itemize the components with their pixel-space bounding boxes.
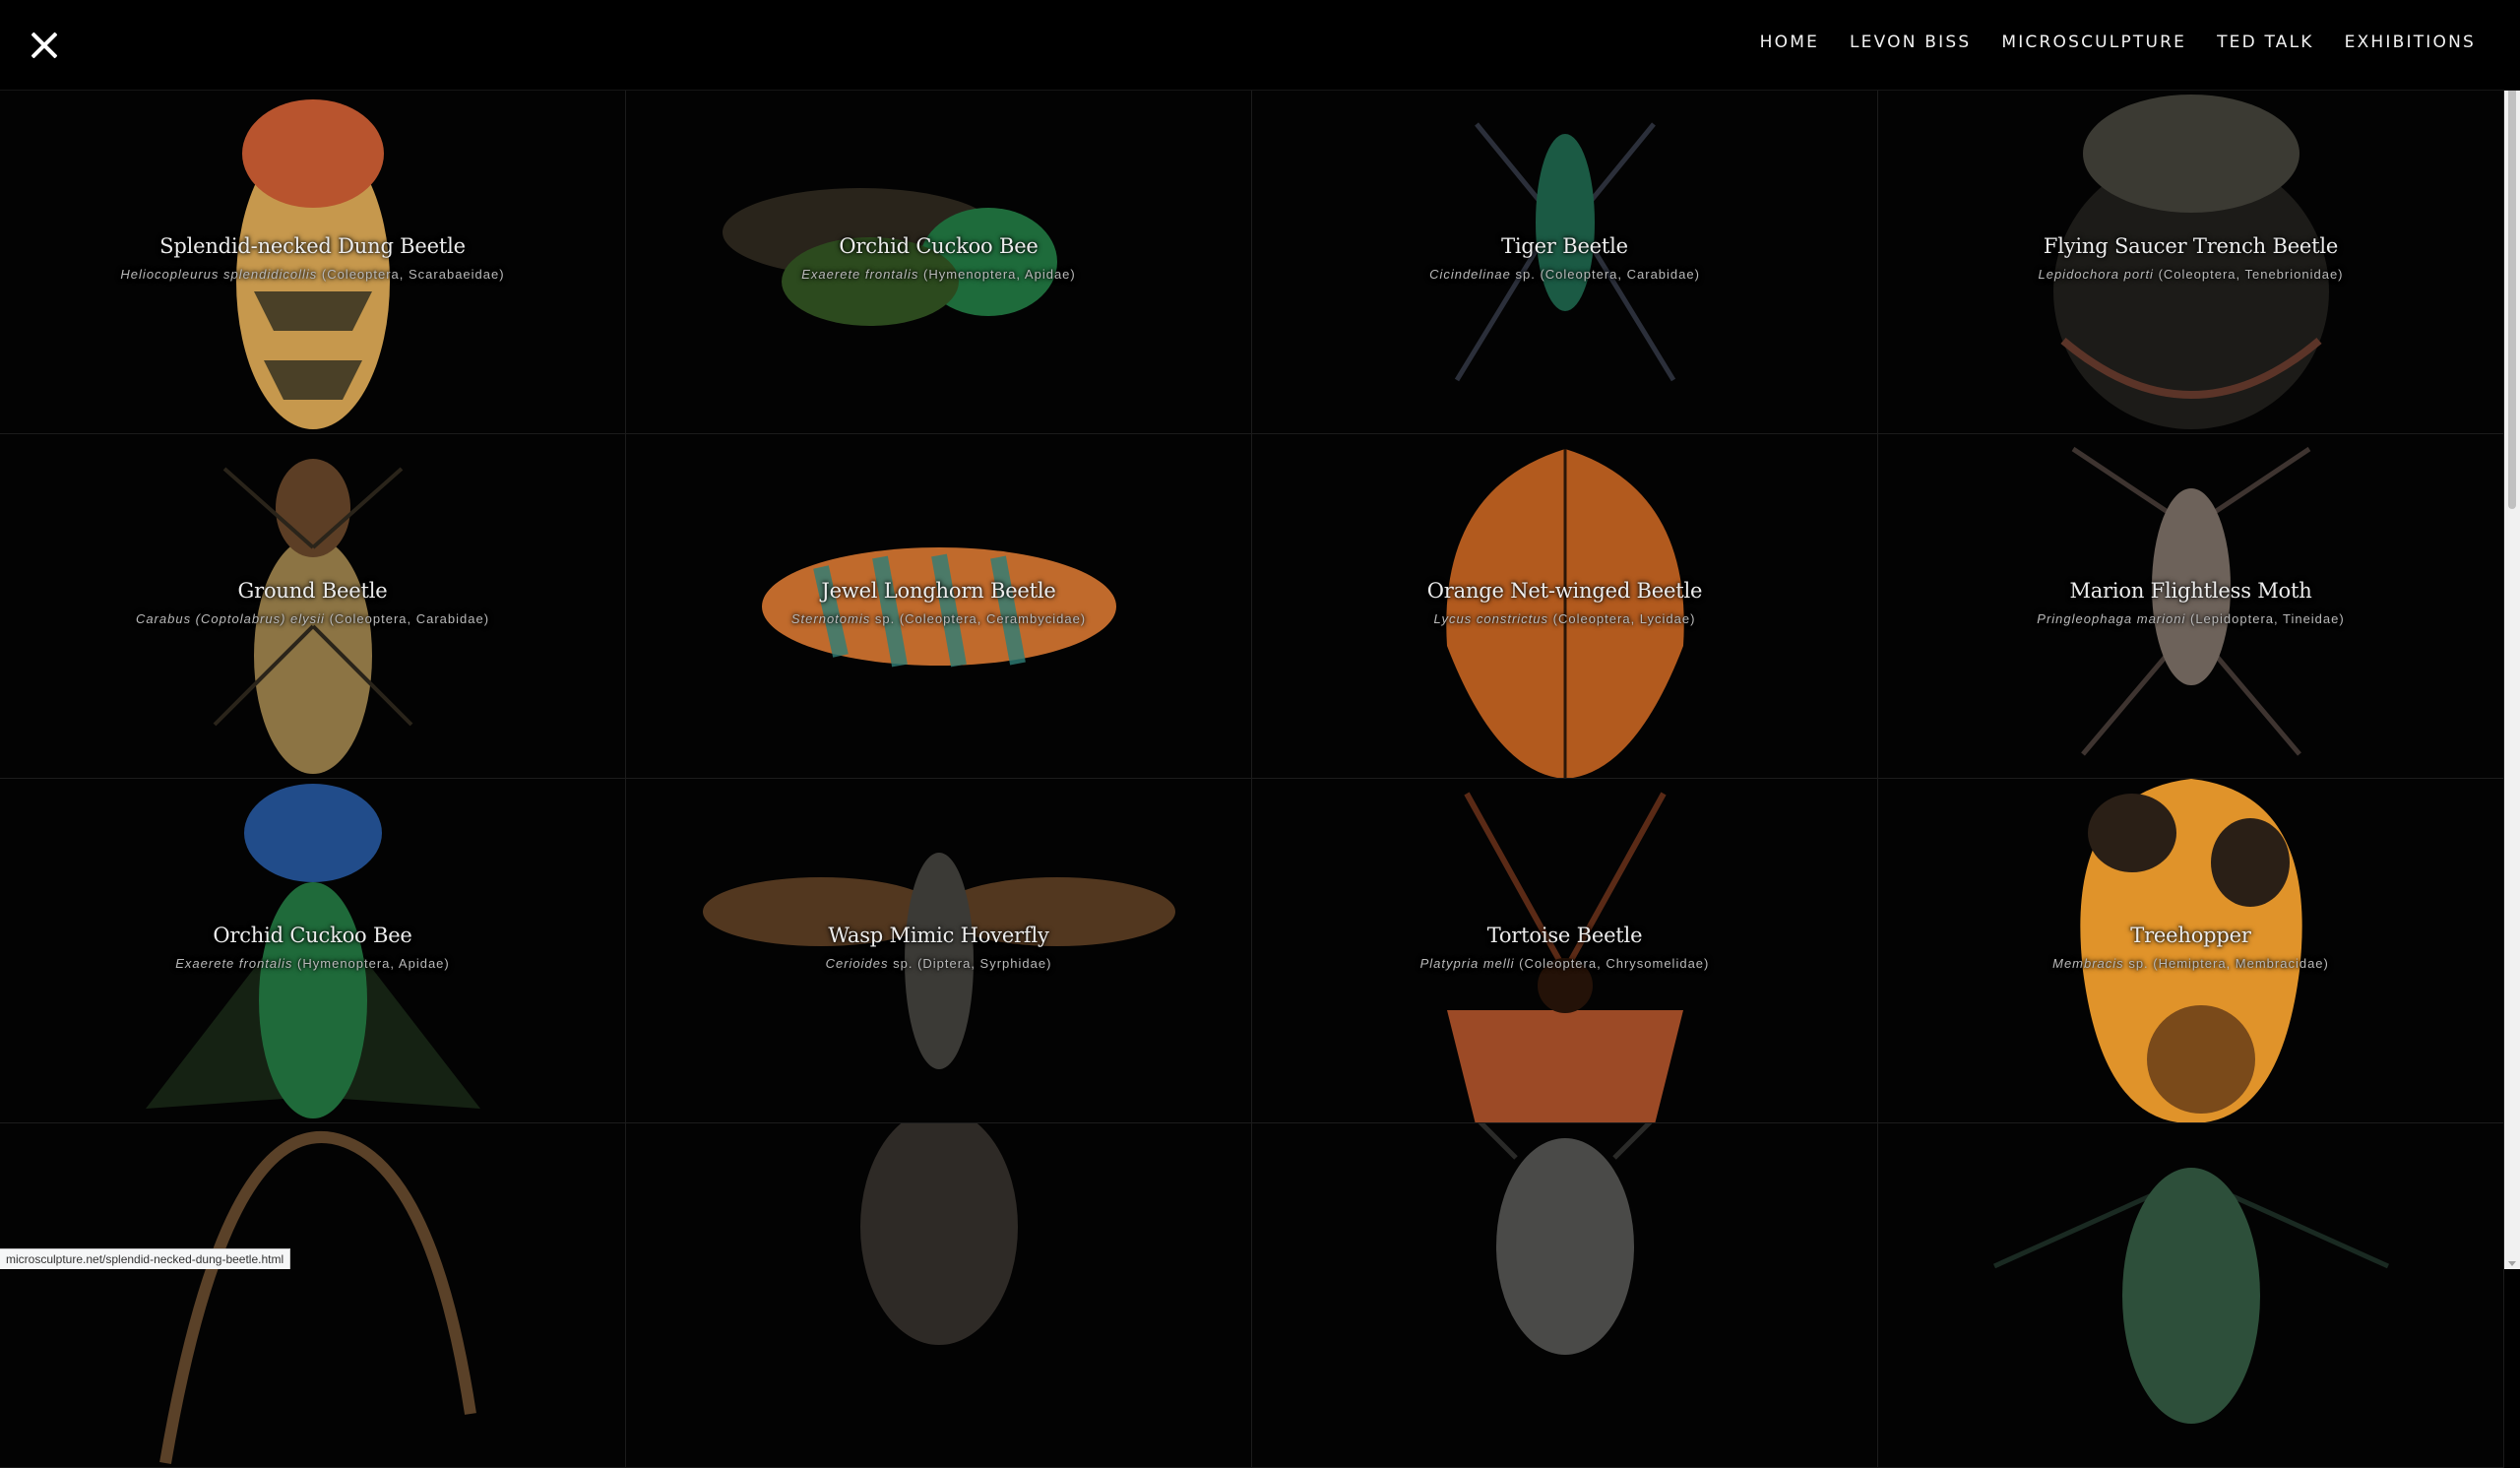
common-name: Marion Flightless Moth [2069, 579, 2312, 603]
antenna [158, 1130, 476, 1464]
specimen-caption: Orchid Cuckoo Bee Exaerete frontalis (Hy… [0, 924, 625, 971]
specimen-caption: Marion Flightless Moth Pringleophaga mar… [1878, 579, 2503, 626]
scientific-name: Membracis sp. (Hemiptera, Membracidae) [2052, 956, 2329, 971]
specimen-tile[interactable]: Jewel Longhorn Beetle Sternotomis sp. (C… [626, 434, 1252, 779]
common-name: Splendid-necked Dung Beetle [159, 234, 466, 258]
pattern [253, 290, 372, 400]
common-name: Tortoise Beetle [1486, 924, 1643, 947]
body [2052, 153, 2329, 429]
pronotum [241, 98, 384, 208]
common-name: Ground Beetle [237, 579, 388, 603]
scientific-name: Exaerete frontalis (Hymenoptera, Apidae) [801, 267, 1076, 282]
specimen-tile[interactable]: Treehopper Membracis sp. (Hemiptera, Mem… [1878, 779, 2504, 1123]
common-name: Orchid Cuckoo Bee [839, 234, 1039, 258]
common-name: Orange Net-winged Beetle [1426, 579, 1703, 603]
scroll-down-arrow-icon[interactable] [2508, 1261, 2516, 1266]
specimen-tile[interactable] [1878, 1123, 2504, 1468]
scrollbar[interactable] [2504, 0, 2520, 1269]
specimen-caption: Wasp Mimic Hoverfly Cerioides sp. (Dipte… [626, 924, 1251, 971]
specimen-tile[interactable]: Ground Beetle Carabus (Coptolabrus) elys… [0, 434, 626, 779]
common-name: Tiger Beetle [1501, 234, 1628, 258]
specimen-caption: Orchid Cuckoo Bee Exaerete frontalis (Hy… [626, 234, 1251, 282]
body [859, 1123, 1018, 1345]
specimen-caption: Flying Saucer Trench Beetle Lepidochora … [1878, 234, 2503, 282]
close-icon[interactable] [26, 27, 63, 64]
antennae [1992, 1175, 2389, 1268]
specimen-caption: Splendid-necked Dung Beetle Heliocopleur… [0, 234, 625, 282]
specimen-tile[interactable]: Orchid Cuckoo Bee Exaerete frontalis (Hy… [626, 90, 1252, 434]
scientific-name: Lycus constrictus (Coleoptera, Lycidae) [1433, 611, 1696, 626]
scientific-name: Exaerete frontalis (Hymenoptera, Apidae) [175, 956, 450, 971]
spot-2 [2210, 817, 2290, 907]
nav-ted-talk[interactable]: TED TALK [2217, 32, 2314, 52]
scientific-name: Cerioides sp. (Diptera, Syrphidae) [825, 956, 1052, 971]
common-name: Wasp Mimic Hoverfly [828, 924, 1049, 947]
specimen-tile[interactable]: Orchid Cuckoo Bee Exaerete frontalis (Hy… [0, 779, 626, 1123]
specimen-caption: Tortoise Beetle Platypria melli (Coleopt… [1252, 924, 1877, 971]
specimen-tile[interactable]: Orange Net-winged Beetle Lycus constrict… [1252, 434, 1878, 779]
scientific-name: Sternotomis sp. (Coleoptera, Cerambycida… [790, 611, 1087, 626]
specimen-image [859, 1123, 1018, 1345]
specimen-tile[interactable]: Splendid-necked Dung Beetle Heliocopleur… [0, 90, 626, 434]
specimen-tile[interactable]: Wasp Mimic Hoverfly Cerioides sp. (Dipte… [626, 779, 1252, 1123]
body [2121, 1167, 2260, 1424]
specimen-tile[interactable]: Tiger Beetle Cicindelinae sp. (Coleopter… [1252, 90, 1878, 434]
legs [1478, 1123, 1652, 1160]
thorax [243, 783, 382, 882]
elytra [253, 537, 372, 774]
specimen-caption: Ground Beetle Carabus (Coptolabrus) elys… [0, 579, 625, 626]
nav-microsculpture[interactable]: MICROSCULPTURE [2001, 32, 2186, 52]
common-name: Orchid Cuckoo Bee [213, 924, 412, 947]
specimen-caption: Jewel Longhorn Beetle Sternotomis sp. (C… [626, 579, 1251, 626]
specimen-image [158, 1130, 476, 1464]
body [1535, 133, 1595, 311]
specimen-image [1992, 1167, 2389, 1424]
scientific-name: Pringleophaga marioni (Lepidoptera, Tine… [2037, 611, 2345, 626]
nav-levon-biss[interactable]: LEVON BISS [1850, 32, 1971, 52]
main-nav: HOME LEVON BISS MICROSCULPTURE TED TALK … [1760, 32, 2476, 52]
specimen-tile[interactable]: Flying Saucer Trench Beetle Lepidochora … [1878, 90, 2504, 434]
rim [2059, 337, 2322, 399]
specimen-tile[interactable] [626, 1123, 1252, 1468]
pronotum [275, 458, 350, 557]
nav-exhibitions[interactable]: EXHIBITIONS [2345, 32, 2476, 52]
scientific-name: Heliocopleurus splendidicollis (Coleopte… [120, 267, 505, 282]
body [1495, 1137, 1634, 1355]
scientific-name: Carabus (Coptolabrus) elysii (Coleoptera… [135, 611, 490, 626]
common-name: Treehopper [2130, 924, 2251, 947]
common-name: Jewel Longhorn Beetle [821, 579, 1056, 603]
specimen-tile[interactable]: Tortoise Beetle Platypria melli (Coleopt… [1252, 779, 1878, 1123]
site-header: HOME LEVON BISS MICROSCULPTURE TED TALK … [0, 0, 2520, 91]
specimen-caption: Orange Net-winged Beetle Lycus constrict… [1252, 579, 1877, 626]
specimen-tile[interactable] [0, 1123, 626, 1468]
specimen-caption: Tiger Beetle Cicindelinae sp. (Coleopter… [1252, 234, 1877, 282]
shell [1446, 1009, 1683, 1122]
specimen-caption: Treehopper Membracis sp. (Hemiptera, Mem… [1878, 924, 2503, 971]
specimen-grid: Splendid-necked Dung Beetle Heliocopleur… [0, 90, 2504, 1468]
specimen-tile[interactable]: Marion Flightless Moth Pringleophaga mar… [1878, 434, 2504, 779]
nav-home[interactable]: HOME [1760, 32, 1819, 52]
specimen-image [1478, 1123, 1652, 1355]
abdomen [258, 881, 367, 1118]
scientific-name: Cicindelinae sp. (Coleoptera, Carabidae) [1429, 267, 1700, 282]
link-status-bar: microsculpture.net/splendid-necked-dung-… [0, 1248, 291, 1269]
scientific-name: Platypria melli (Coleoptera, Chrysomelid… [1419, 956, 1710, 971]
specimen-tile[interactable] [1252, 1123, 1878, 1468]
scientific-name: Lepidochora porti (Coleoptera, Tenebrion… [2038, 267, 2344, 282]
body [2146, 1004, 2255, 1114]
common-name: Flying Saucer Trench Beetle [2043, 234, 2339, 258]
spot-1 [2087, 793, 2176, 872]
pronotum [2082, 94, 2300, 213]
